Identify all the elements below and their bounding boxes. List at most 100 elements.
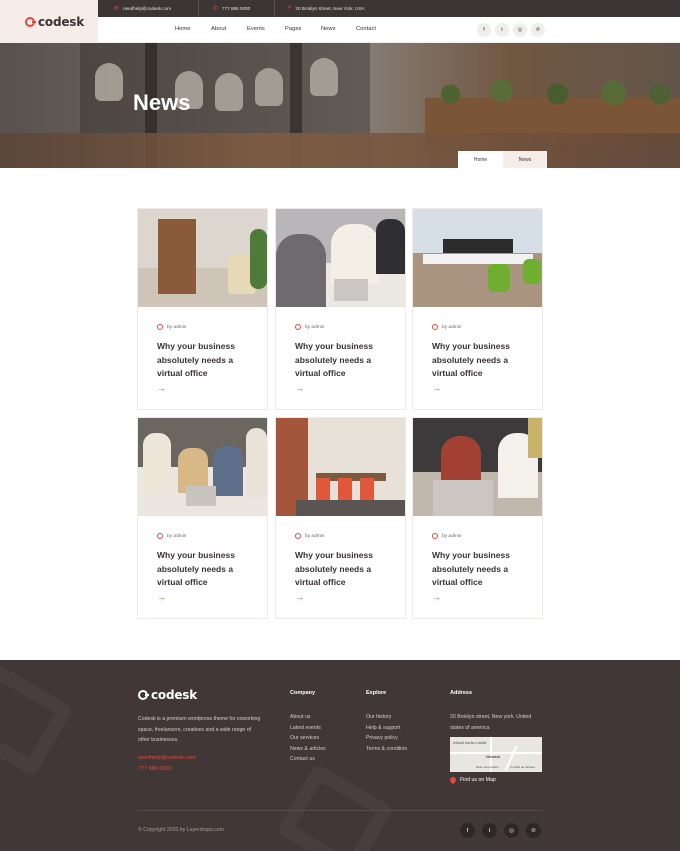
copyright: © Copyright 2020 by Layerdrops.com xyxy=(138,827,225,833)
post-title[interactable]: Why your business absolutely needs a vir… xyxy=(432,340,532,381)
footer-link-events[interactable]: Latest events xyxy=(290,725,321,731)
topbar-phone-text: 777 888 0000 xyxy=(222,6,251,11)
user-icon xyxy=(157,533,163,539)
post-title[interactable]: Why your business absolutely needs a vir… xyxy=(295,340,395,381)
divider xyxy=(274,0,275,17)
arrow-right-icon[interactable]: → xyxy=(157,592,166,602)
user-icon xyxy=(295,533,301,539)
footer-company-heading: Company xyxy=(290,690,316,696)
news-card-image[interactable] xyxy=(413,209,542,307)
footer-email[interactable]: needhelp@codesk.com xyxy=(138,755,196,761)
pinterest-icon[interactable]: ℗ xyxy=(526,823,541,838)
post-author: by admin xyxy=(295,533,324,539)
footer-link-privacy[interactable]: Privacy policy xyxy=(366,735,398,741)
map-pin-icon xyxy=(448,775,458,785)
brand-logo[interactable]: codesk xyxy=(25,15,84,29)
news-card[interactable]: by admin Why your business absolutely ne… xyxy=(137,208,268,410)
news-card[interactable]: by admin Why your business absolutely ne… xyxy=(275,417,406,619)
topbar-email[interactable]: ✉ needhelp@codesk.com xyxy=(114,0,171,17)
map-label: Newark xyxy=(486,754,501,759)
post-title[interactable]: Why your business absolutely needs a vir… xyxy=(432,549,532,590)
arrow-right-icon[interactable]: → xyxy=(295,383,304,393)
topbar-phone[interactable]: ✆ 777 888 0000 xyxy=(213,0,250,17)
topbar-email-text: needhelp@codesk.com xyxy=(123,6,172,11)
nav-about[interactable]: About xyxy=(211,26,226,32)
brand-name: codesk xyxy=(38,14,85,29)
footer-link-news[interactable]: News & articles xyxy=(290,746,326,752)
nav-home[interactable]: Home xyxy=(175,26,190,32)
arrow-right-icon[interactable]: → xyxy=(295,592,304,602)
post-author-text: by admin xyxy=(305,533,325,539)
divider xyxy=(198,0,199,17)
news-card-image[interactable] xyxy=(276,418,405,516)
footer-phone[interactable]: 777 888 0000 xyxy=(138,766,172,772)
user-icon xyxy=(157,324,163,330)
page-title: News xyxy=(133,90,191,115)
instagram-icon[interactable]: ◎ xyxy=(504,823,519,838)
nav-events[interactable]: Events xyxy=(247,26,265,32)
find-on-map-text: Find us on Map xyxy=(460,777,496,783)
nav-pages[interactable]: Pages xyxy=(285,26,301,32)
post-author: by admin xyxy=(432,533,461,539)
footer-link-help[interactable]: Help & support xyxy=(366,725,400,731)
footer-explore-heading: Explore xyxy=(366,690,387,696)
topbar-address: ⌖ 20 Broklyn Street, New York. USA xyxy=(288,0,365,17)
footer-link-history[interactable]: Our history xyxy=(366,714,391,720)
brand-name: codesk xyxy=(151,688,198,702)
logo-icon xyxy=(25,16,36,27)
map-label[interactable]: Condiții de utilizare xyxy=(510,765,535,769)
news-card[interactable]: by admin Why your business absolutely ne… xyxy=(137,417,268,619)
news-card[interactable]: by admin Why your business absolutely ne… xyxy=(412,417,543,619)
footer-divider xyxy=(138,810,542,811)
facebook-icon[interactable]: f xyxy=(477,23,491,37)
logo-area[interactable]: codesk xyxy=(0,0,98,43)
post-author-text: by admin xyxy=(442,324,462,330)
user-icon xyxy=(295,324,301,330)
post-author: by admin xyxy=(157,533,186,539)
footer-link-services[interactable]: Our services xyxy=(290,735,319,741)
mail-icon: ✉ xyxy=(114,6,120,12)
top-info-bar: ✉ needhelp@codesk.com ✆ 777 888 0000 ⌖ 2… xyxy=(98,0,680,17)
site-footer: codesk Codesk is a premium wordpress the… xyxy=(0,660,680,851)
twitter-icon[interactable]: t xyxy=(495,23,509,37)
post-title[interactable]: Why your business absolutely needs a vir… xyxy=(295,549,395,590)
map-label: Date cartografice xyxy=(476,765,499,769)
arrow-right-icon[interactable]: → xyxy=(432,383,441,393)
topbar-address-text: 20 Broklyn Street, New York. USA xyxy=(295,6,365,11)
post-title[interactable]: Why your business absolutely needs a vir… xyxy=(157,549,257,590)
news-card-image[interactable] xyxy=(138,209,267,307)
news-card[interactable]: by admin Why your business absolutely ne… xyxy=(275,208,406,410)
user-icon xyxy=(432,533,438,539)
arrow-right-icon[interactable]: → xyxy=(432,592,441,602)
twitter-icon[interactable]: t xyxy=(482,823,497,838)
facebook-icon[interactable]: f xyxy=(460,823,475,838)
arrow-right-icon[interactable]: → xyxy=(157,383,166,393)
news-card-image[interactable] xyxy=(276,209,405,307)
footer-link-about[interactable]: About us xyxy=(290,714,310,720)
instagram-icon[interactable]: ◎ xyxy=(513,23,527,37)
nav-news[interactable]: News xyxy=(321,26,336,32)
footer-link-terms[interactable]: Terms & condition xyxy=(366,746,407,752)
nav-contact[interactable]: Contact xyxy=(356,26,376,32)
footer-address-heading: Address xyxy=(450,690,473,696)
post-author-text: by admin xyxy=(442,533,462,539)
hero-overlay xyxy=(0,43,680,168)
page-hero: News Home News xyxy=(0,43,680,168)
post-author-text: by admin xyxy=(167,324,187,330)
footer-map[interactable]: Afișați harta mărită Newark Date cartogr… xyxy=(450,737,542,772)
post-author: by admin xyxy=(432,324,461,330)
footer-address-text: 20 Broklyn street, New york. United stat… xyxy=(450,714,532,731)
news-card[interactable]: by admin Why your business absolutely ne… xyxy=(412,208,543,410)
footer-link-contact[interactable]: Contact us xyxy=(290,756,315,762)
post-author-text: by admin xyxy=(167,533,187,539)
map-label[interactable]: Afișați harta mărită xyxy=(453,740,486,745)
post-author-text: by admin xyxy=(305,324,325,330)
post-author: by admin xyxy=(157,324,186,330)
find-on-map-link[interactable]: Find us on Map xyxy=(448,775,496,785)
breadcrumb-home[interactable]: Home xyxy=(458,151,503,168)
news-card-image[interactable] xyxy=(413,418,542,516)
pinterest-icon[interactable]: ℗ xyxy=(531,23,545,37)
footer-logo[interactable]: codesk xyxy=(138,688,197,702)
post-title[interactable]: Why your business absolutely needs a vir… xyxy=(157,340,257,381)
news-card-image[interactable] xyxy=(138,418,267,516)
